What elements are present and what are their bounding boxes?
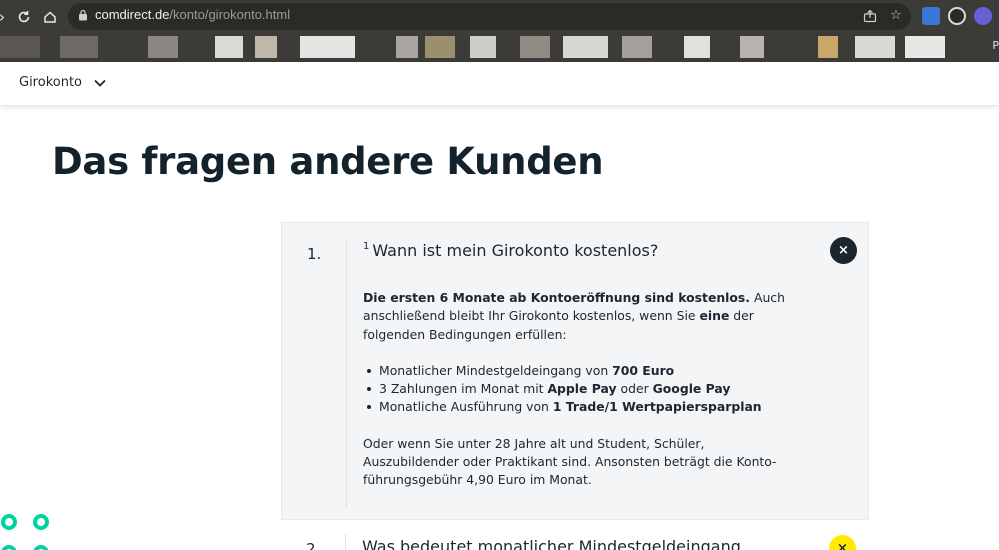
faq-number: 1. [307,245,322,263]
decorative-ring [1,545,17,550]
url-host: comdirect.de [95,7,170,22]
bookmark-item[interactable] [905,36,945,58]
condition-bold: 1 Trade/1 Wertpapiersparplan [552,399,762,415]
bookmark-item[interactable] [0,36,40,58]
faq-divider [346,238,347,508]
answer-intro-bold: Die ersten 6 Monate ab Kontoeröffnung si… [363,290,751,305]
answer-outro: Oder wenn Sie unter 28 Jahre alt und Stu… [363,435,777,488]
browser-chrome: › comdirect.de/konto/girokonto.html ☆ [0,0,999,62]
bookmark-item[interactable] [684,36,710,58]
back-icon[interactable]: › [0,7,12,27]
bookmark-item[interactable] [855,36,895,58]
address-bar[interactable]: comdirect.de/konto/girokonto.html ☆ [68,3,911,30]
faq-divider [345,534,346,550]
bookmark-item[interactable] [255,36,277,58]
extension-icon[interactable] [948,7,966,25]
footnote-marker: 1 [363,241,370,252]
bookmark-item[interactable] [740,36,764,58]
faq-question[interactable]: 1 Wann ist mein Girokonto kostenlos? [363,241,658,260]
bookmark-item[interactable] [396,36,418,58]
toggle-icon[interactable]: × [829,535,856,550]
decorative-ring [33,514,49,530]
faq-item-2[interactable]: 2. Was bedeutet monatlicher Mindestgelde… [281,520,869,550]
conditions-list: Monatlicher Mindestgeldeingang von 700 E… [363,362,803,417]
bookmark-item[interactable] [215,36,243,58]
profile-icon[interactable] [974,7,992,25]
faq-item-1[interactable]: 1. 1 Wann ist mein Girokonto kostenlos? ×… [281,222,869,520]
bookmark-item[interactable] [622,36,652,58]
nav-girokonto[interactable]: Girokonto [19,75,82,90]
condition-bold-2: Google Pay [652,381,731,397]
close-icon[interactable]: × [830,237,857,264]
condition-text: Monatlicher Mindestgeldeingang von [379,362,613,378]
page-title: Das fragen andere Kunden [52,140,604,183]
share-icon[interactable] [861,7,879,25]
bookmark-item[interactable] [563,36,608,58]
faq-answer: Die ersten 6 Monate ab Kontoeröffnung si… [363,289,803,508]
home-icon[interactable] [40,7,60,27]
translate-icon[interactable] [922,7,940,25]
bookmark-item[interactable] [60,36,98,58]
condition-text: Monatliche Ausführung von [379,399,553,415]
url-text: comdirect.de/konto/girokonto.html [95,7,290,22]
faq-question-text[interactable]: Was bedeutet monatlicher Mindestgeldeing… [362,537,741,550]
answer-intro-bold-2: eine [699,308,730,324]
answer-intro: Die ersten 6 Monate ab Kontoeröffnung si… [363,289,803,344]
lock-icon[interactable] [78,9,88,21]
star-icon[interactable]: ☆ [887,7,905,25]
faq-number: 2. [306,540,321,550]
decorative-ring [33,545,49,550]
condition-bold: Apple Pay [547,381,617,397]
bookmark-item[interactable] [520,36,550,58]
reload-icon[interactable] [14,7,34,27]
bookmark-item[interactable] [148,36,178,58]
list-item: 3 Zahlungen im Monat mit Apple Pay oder … [363,380,803,398]
condition-text: 3 Zahlungen im Monat mit [379,381,548,397]
bookmark-item[interactable] [470,36,496,58]
chevron-down-icon[interactable] [93,76,107,90]
condition-bold: 700 Euro [612,362,675,378]
bookmark-item[interactable] [425,36,455,58]
bookmarks-bar: P [0,34,999,60]
site-header: Girokonto [0,62,999,105]
url-path: /konto/girokonto.html [169,7,291,22]
condition-text-2: oder [616,381,653,397]
bookmark-item[interactable] [300,36,355,58]
bookmark-item[interactable] [818,36,838,58]
list-item: Monatlicher Mindestgeldeingang von 700 E… [363,362,803,380]
list-item: Monatliche Ausführung von 1 Trade/1 Wert… [363,398,803,416]
bookmark-overflow[interactable]: P [992,39,999,52]
faq-question-text: Wann ist mein Girokonto kostenlos? [372,241,659,260]
decorative-ring [1,514,17,530]
